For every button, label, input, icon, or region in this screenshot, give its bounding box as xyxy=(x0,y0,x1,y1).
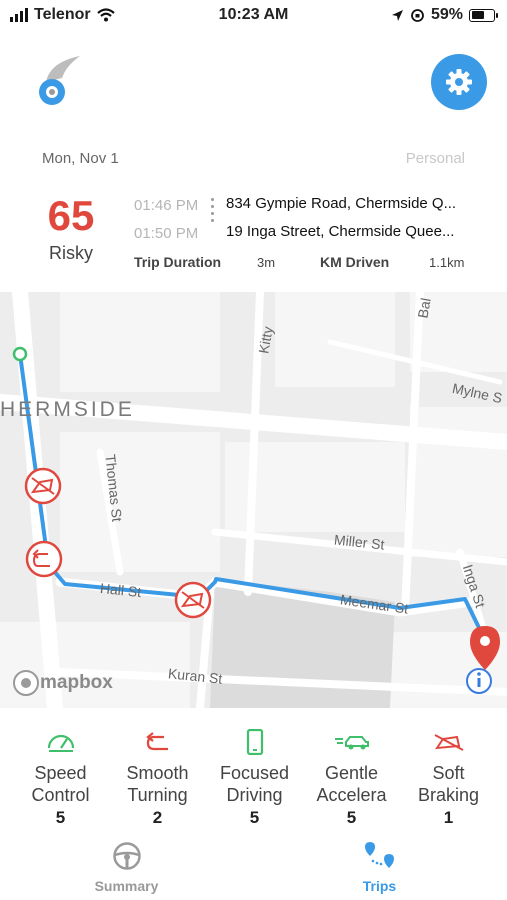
behaviour-name: Focused xyxy=(219,763,290,783)
status-bar: Telenor 10:23 AM 59% xyxy=(0,0,507,32)
speedometer-icon xyxy=(47,734,74,752)
map-canvas xyxy=(0,292,507,708)
u-turn-icon xyxy=(145,732,168,751)
distance-label: KM Driven xyxy=(320,254,390,270)
behaviour-speed-control[interactable]: Speed Control 5 xyxy=(12,722,109,832)
behaviour-name: Braking xyxy=(417,785,480,805)
brake-event-marker[interactable] xyxy=(174,581,212,619)
behaviour-value: 5 xyxy=(55,808,66,827)
trip-map[interactable]: HERMSIDE Kitty Bal Mylne S Thomas St Mil… xyxy=(0,292,507,708)
trip-category[interactable]: Personal xyxy=(406,150,465,167)
behaviour-name: Accelera xyxy=(316,785,387,805)
mapbox-logo-icon[interactable] xyxy=(13,670,39,696)
gear-icon xyxy=(446,69,472,95)
info-icon[interactable] xyxy=(466,668,492,694)
end-time: 01:50 PM xyxy=(134,225,199,242)
behaviour-value: 5 xyxy=(249,808,260,827)
score-label: Risky xyxy=(49,243,93,263)
behaviour-name: Control xyxy=(31,785,90,805)
trip-date: Mon, Nov 1 xyxy=(42,150,119,167)
tab-bar: Summary Trips xyxy=(0,838,507,900)
behaviour-name: Speed xyxy=(34,763,87,783)
behaviour-value: 5 xyxy=(346,808,357,827)
fast-car-icon xyxy=(334,736,369,750)
tab-trips[interactable]: Trips xyxy=(253,838,506,900)
rotation-lock-icon xyxy=(411,8,424,22)
tab-label: Summary xyxy=(94,878,159,894)
turn-event-marker[interactable] xyxy=(25,540,63,578)
start-marker[interactable] xyxy=(12,346,28,362)
battery-percent: 59% xyxy=(430,6,463,23)
behaviour-name: Turning xyxy=(127,785,188,805)
settings-button[interactable] xyxy=(431,54,487,110)
behaviour-name: Soft xyxy=(432,763,465,783)
behaviour-name: Driving xyxy=(226,785,283,805)
app-logo xyxy=(36,54,82,110)
trip-score: 65 Risky xyxy=(30,195,112,264)
behaviour-name: Smooth xyxy=(126,763,189,783)
phone-icon xyxy=(246,729,263,755)
brake-event-marker[interactable] xyxy=(24,467,62,505)
behaviour-gentle-acceleration[interactable]: Gentle Accelera 5 xyxy=(303,722,400,832)
brake-car-icon xyxy=(434,734,463,751)
suburb-label: HERMSIDE xyxy=(0,398,135,421)
behaviour-name: Gentle xyxy=(324,763,379,783)
behaviour-scores: Speed Control 5 Smooth Turning 2 Focused… xyxy=(0,722,507,832)
duration-stat-value: 3m xyxy=(257,254,275,270)
duration-stat: Trip Duration xyxy=(134,254,221,270)
duration-value: 3m xyxy=(257,255,276,270)
distance-stat: KM Driven xyxy=(320,254,389,270)
battery-icon xyxy=(469,8,498,22)
trip-times: 01:46 PM 01:50 PM xyxy=(134,192,198,248)
start-address: 834 Gympie Road, Chermside Q... xyxy=(226,195,457,212)
trip-addresses: 834 Gympie Road, Chermside Q... 19 Inga … xyxy=(226,190,468,246)
end-address: 19 Inga Street, Chermside Quee... xyxy=(226,223,455,240)
behaviour-value: 1 xyxy=(443,808,454,827)
score-value: 65 xyxy=(47,192,95,239)
distance-stat-value: 1.1km xyxy=(429,254,464,270)
behaviour-focused-driving[interactable]: Focused Driving 5 xyxy=(206,722,303,832)
behaviour-smooth-turning[interactable]: Smooth Turning 2 xyxy=(109,722,206,832)
distance-value: 1.1km xyxy=(429,255,465,270)
route-dots-icon xyxy=(211,198,215,226)
steering-wheel-icon xyxy=(112,842,141,870)
location-arrow-icon xyxy=(391,9,403,21)
mapbox-attribution[interactable]: mapbox xyxy=(40,672,113,694)
duration-label: Trip Duration xyxy=(134,254,222,270)
route-pins-icon xyxy=(364,842,394,868)
tab-summary[interactable]: Summary xyxy=(0,838,253,900)
behaviour-soft-braking[interactable]: Soft Braking 1 xyxy=(400,722,497,832)
behaviour-value: 2 xyxy=(152,808,163,827)
start-time: 01:46 PM xyxy=(134,197,199,214)
tab-label: Trips xyxy=(362,878,397,894)
